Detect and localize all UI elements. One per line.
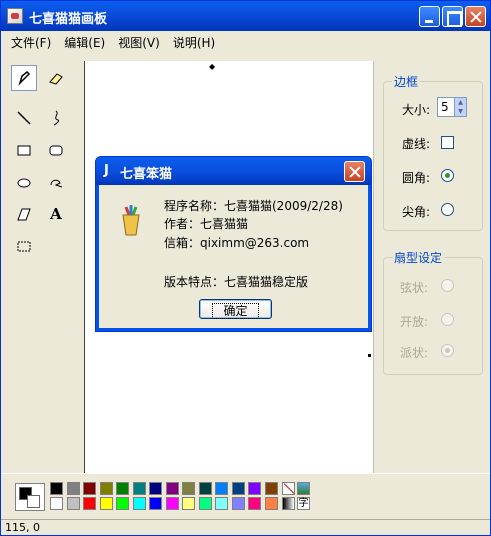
window-title: 七喜猫猫画板 <box>29 12 108 27</box>
open-radio[interactable] <box>441 313 454 326</box>
color-swatch[interactable] <box>83 497 96 510</box>
minimize-button[interactable] <box>419 6 440 27</box>
ok-button-label: 确定 <box>212 303 259 319</box>
title-bar[interactable]: 七喜猫猫画板 <box>1 1 490 31</box>
fan-group: 扇型设定 <box>383 249 483 375</box>
dialog-title-bar[interactable]: J 七喜笨猫 <box>96 157 371 185</box>
polygon-tool-icon[interactable] <box>11 201 37 227</box>
color-swatch[interactable] <box>248 497 261 510</box>
menu-file[interactable]: 文件(F) <box>5 31 58 51</box>
size-label: 大小: <box>402 103 431 117</box>
dialog-title: 七喜笨猫 <box>120 167 173 182</box>
dialog-close-button[interactable] <box>344 161 365 182</box>
border-group-title: 边框 <box>392 73 421 90</box>
curve-tool-icon[interactable] <box>43 105 69 131</box>
canvas-dot <box>368 354 371 357</box>
spinner-buttons[interactable]: ▲ ▼ <box>454 98 466 116</box>
color-swatch[interactable] <box>116 482 129 495</box>
color-swatch[interactable] <box>215 482 228 495</box>
color-swatch[interactable] <box>83 482 96 495</box>
color-swatch[interactable] <box>99 482 113 495</box>
sharp-radio[interactable] <box>441 203 454 216</box>
feature-text: 版本特点：七喜猫猫稳定版 <box>164 275 309 289</box>
color-swatch[interactable] <box>132 482 146 495</box>
color-swatch[interactable] <box>231 497 245 510</box>
spin-down-icon[interactable]: ▼ <box>455 107 466 116</box>
color-swatch[interactable] <box>198 497 212 510</box>
color-swatch[interactable] <box>132 497 146 510</box>
rounded-label: 圆角: <box>402 171 431 185</box>
java-icon: J <box>104 163 109 178</box>
color-swatch[interactable] <box>149 497 162 510</box>
line-tool-icon[interactable] <box>11 105 37 131</box>
cup-logo-icon <box>120 203 142 237</box>
color-swatch[interactable] <box>182 497 195 510</box>
dialog-body: 程序名称：七喜猫猫(2009/2/28) 作者：七喜猫猫 信箱：qiximm@2… <box>99 185 368 328</box>
program-name-text: 程序名称：七喜猫猫(2009/2/28) <box>164 199 343 213</box>
dashed-label: 虚线: <box>402 137 431 151</box>
current-colors[interactable] <box>15 483 45 511</box>
maximize-button[interactable] <box>442 6 463 27</box>
size-value: 5 <box>441 100 449 114</box>
open-label: 开放: <box>400 315 429 329</box>
gradient-swatch[interactable] <box>282 497 295 510</box>
color-swatch[interactable] <box>149 482 162 495</box>
canvas-mark-icon: ◆ <box>209 62 216 71</box>
rounded-rectangle-tool-icon[interactable] <box>43 137 69 163</box>
background-color <box>27 495 40 508</box>
arc-radio[interactable] <box>441 279 454 292</box>
pie-label: 派状: <box>400 346 429 360</box>
image-color-icon[interactable] <box>297 482 310 495</box>
border-group: 边框 <box>383 73 483 231</box>
color-swatch[interactable] <box>165 482 179 495</box>
ellipse-tool-icon[interactable] <box>11 169 37 195</box>
app-icon <box>7 8 23 24</box>
color-palette <box>1 473 490 519</box>
no-color-swatch[interactable] <box>282 482 295 495</box>
menu-edit[interactable]: 编辑(E) <box>58 31 112 51</box>
color-swatch[interactable] <box>99 497 113 510</box>
spin-up-icon[interactable]: ▲ <box>455 98 466 107</box>
app-window: 七喜猫猫画板 文件(F) 编辑(E) 视图(V) 说明(H) A ◆ 边框 大小… <box>0 0 491 536</box>
color-swatch[interactable] <box>50 497 63 510</box>
pie-radio[interactable] <box>441 344 454 357</box>
arc-label: 弦状: <box>400 281 429 295</box>
pencil-tool-icon[interactable] <box>11 65 37 91</box>
menu-bar: 文件(F) 编辑(E) 视图(V) 说明(H) <box>1 31 490 51</box>
rounded-radio[interactable] <box>441 169 454 182</box>
color-swatch[interactable] <box>264 497 278 510</box>
arc-tool-icon[interactable] <box>43 169 69 195</box>
toolbox: A <box>7 61 79 461</box>
color-swatch[interactable] <box>264 482 278 495</box>
dashed-checkbox[interactable] <box>441 136 454 149</box>
text-tool-icon[interactable]: A <box>43 201 69 227</box>
color-swatch[interactable] <box>66 497 80 510</box>
color-swatch[interactable] <box>215 497 228 510</box>
author-text: 作者：七喜猫猫 <box>164 217 249 231</box>
close-button[interactable] <box>465 6 486 27</box>
menu-view[interactable]: 视图(V) <box>112 31 167 51</box>
eraser-tool-icon[interactable] <box>43 65 69 91</box>
ok-button[interactable]: 确定 <box>199 299 272 319</box>
rectangle-tool-icon[interactable] <box>11 137 37 163</box>
about-dialog: J 七喜笨猫 程序名称：七喜猫猫(2009/2/28) 作者：七喜猫猫 信箱：q… <box>95 156 372 332</box>
text-color-swatch[interactable]: 字 <box>297 497 310 510</box>
sharp-label: 尖角: <box>402 205 431 219</box>
color-swatch[interactable] <box>231 482 245 495</box>
color-swatch[interactable] <box>248 482 261 495</box>
email-text: 信箱：qiximm@263.com <box>164 236 310 250</box>
color-swatch[interactable] <box>165 497 179 510</box>
color-swatch[interactable] <box>50 482 63 495</box>
status-bar: 115, 0 <box>1 519 490 535</box>
select-tool-icon[interactable] <box>11 233 37 259</box>
color-swatch[interactable] <box>198 482 212 495</box>
color-swatch[interactable] <box>66 482 80 495</box>
menu-help[interactable]: 说明(H) <box>167 31 222 51</box>
fan-group-title: 扇型设定 <box>392 249 445 266</box>
size-spinner[interactable]: 5 ▲ ▼ <box>437 97 467 117</box>
color-swatch[interactable] <box>116 497 129 510</box>
color-swatch[interactable] <box>182 482 195 495</box>
